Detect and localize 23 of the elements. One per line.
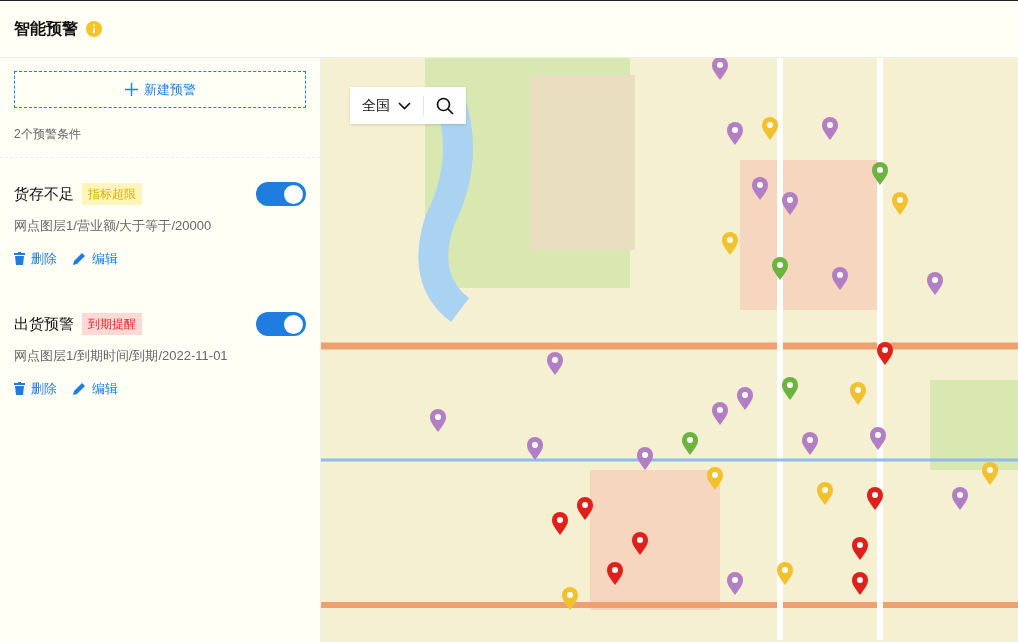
pencil-icon bbox=[73, 251, 86, 265]
page-title: 智能预警 bbox=[14, 19, 78, 39]
trash-icon bbox=[14, 381, 25, 395]
plus-icon bbox=[124, 83, 138, 96]
search-icon bbox=[436, 96, 454, 115]
toggle-switch[interactable] bbox=[256, 182, 306, 206]
pencil-icon bbox=[73, 381, 86, 395]
alert-name: 出货预警 bbox=[14, 313, 74, 334]
new-alert-button[interactable]: 新建预警 bbox=[14, 71, 306, 108]
trash-icon bbox=[14, 251, 25, 265]
alert-tag: 指标超限 bbox=[82, 183, 142, 205]
delete-link[interactable]: 删除 bbox=[14, 378, 57, 398]
alert-tag: 到期提醒 bbox=[82, 313, 142, 335]
alert-condition-text: 网点图层1/营业额/大于等于/20000 bbox=[14, 217, 213, 235]
search-button[interactable] bbox=[436, 96, 454, 115]
edit-link[interactable]: 编辑 bbox=[73, 378, 118, 398]
chevron-down-icon bbox=[398, 101, 411, 110]
toggle-switch[interactable] bbox=[256, 312, 306, 336]
edit-link[interactable]: 编辑 bbox=[73, 248, 118, 268]
alert-count-text: 2个预警条件 bbox=[14, 126, 82, 143]
alert-condition-text: 网点图层1/到期时间/到期/2022-11-01 bbox=[14, 347, 229, 365]
delete-link[interactable]: 删除 bbox=[14, 248, 57, 268]
alert-name: 货存不足 bbox=[14, 183, 74, 204]
